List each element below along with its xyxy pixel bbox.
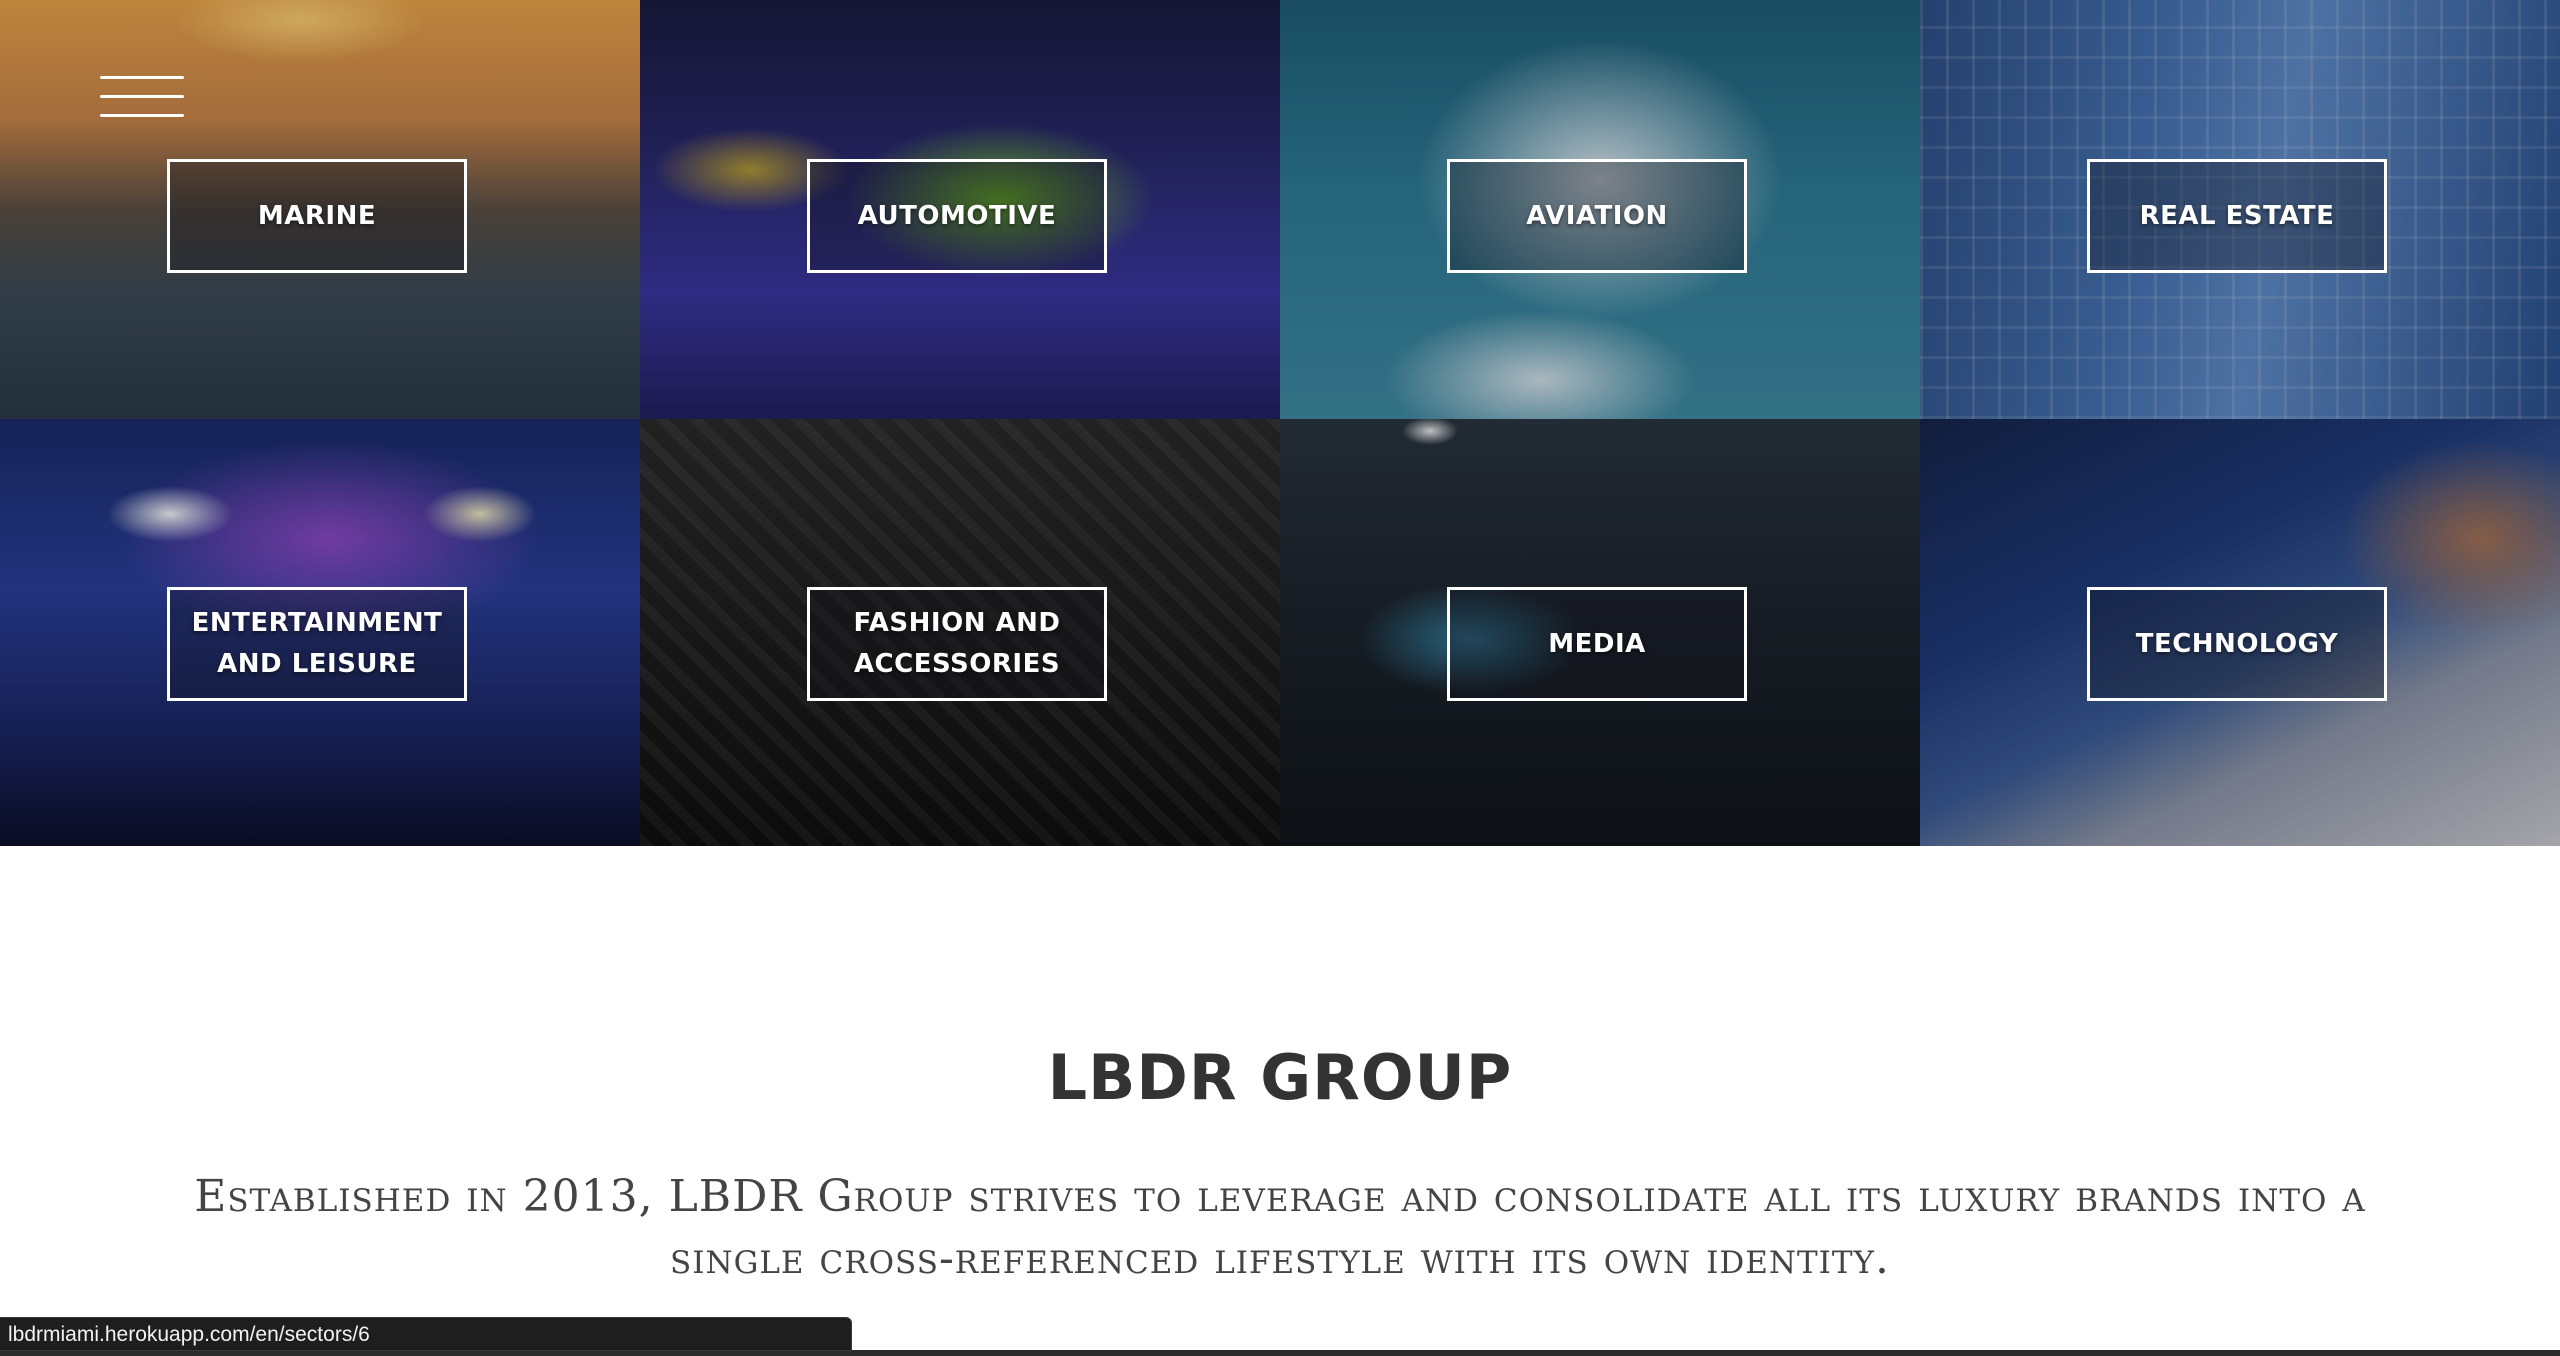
sector-tile-entertainment[interactable]: ENTERTAINMENT AND LEISURE [0,419,640,846]
sector-tile-media[interactable]: MEDIA [1280,419,1920,846]
sector-label[interactable]: AVIATION [1447,159,1747,273]
sector-label[interactable]: AUTOMOTIVE [807,159,1107,273]
sector-tile-real-estate[interactable]: REAL ESTATE [1920,0,2560,419]
menu-line [100,114,184,117]
status-bar-url: lbdrmiami.herokuapp.com/en/sectors/6 [0,1317,852,1351]
sector-label[interactable]: REAL ESTATE [2087,159,2387,273]
sector-tile-automotive[interactable]: AUTOMOTIVE [640,0,1280,419]
sector-label[interactable]: ENTERTAINMENT AND LEISURE [167,587,467,701]
intro-section: LBDR GROUP Established in 2013, LBDR Gro… [0,846,2560,1356]
intro-text: Established in 2013, LBDR Group strives … [194,1171,2366,1284]
sector-label[interactable]: TECHNOLOGY [2087,587,2387,701]
sector-tile-aviation[interactable]: AVIATION [1280,0,1920,419]
sectors-grid: MARINE AUTOMOTIVE AVIATION REAL ESTATE E… [0,0,2560,846]
menu-line [100,95,184,98]
page: MARINE AUTOMOTIVE AVIATION REAL ESTATE E… [0,0,2560,1356]
menu-line [100,76,184,79]
sector-tile-fashion[interactable]: FASHION AND ACCESSORIES [640,419,1280,846]
sector-tile-technology[interactable]: TECHNOLOGY [1920,419,2560,846]
sector-label[interactable]: MEDIA [1447,587,1747,701]
sector-label[interactable]: MARINE [167,159,467,273]
page-title: LBDR GROUP [1047,1041,1513,1114]
sector-label[interactable]: FASHION AND ACCESSORIES [807,587,1107,701]
hamburger-menu-icon[interactable] [100,72,184,122]
sector-tile-marine[interactable]: MARINE [0,0,640,419]
